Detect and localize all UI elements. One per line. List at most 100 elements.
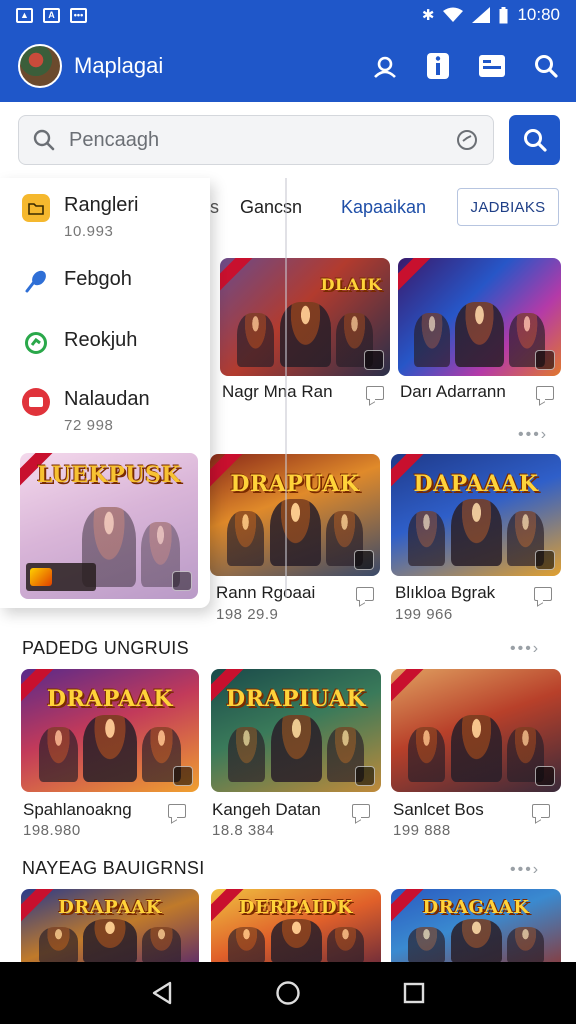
search-placeholder: Pencaagh	[69, 128, 160, 151]
card-title[interactable]: Nagr Mna Ran	[222, 382, 333, 402]
card-count: 18.8 384	[212, 822, 275, 839]
drawer-item-label: Reokjuh	[64, 329, 138, 351]
comment-icon[interactable]	[356, 587, 374, 601]
voice-search-icon[interactable]	[455, 128, 479, 152]
game-thumbnail[interactable]: DAPAAAK	[391, 454, 561, 576]
game-thumbnail[interactable]	[398, 258, 561, 376]
comment-icon[interactable]	[352, 804, 370, 818]
avatar[interactable]	[18, 44, 62, 88]
drawer-item-label: Febgoh	[64, 268, 132, 290]
message-icon	[22, 388, 50, 416]
game-thumbnail[interactable]: DRAPAAK	[21, 669, 199, 792]
card-title[interactable]: Kangeh Datan	[212, 800, 321, 820]
featured-game-card[interactable]: LUEKPUSK	[20, 453, 198, 599]
game-logo: DRAPAAK	[46, 686, 174, 713]
game-thumbnail[interactable]: DLAIK	[220, 258, 390, 376]
back-icon[interactable]	[151, 981, 173, 1005]
expand-icon[interactable]	[173, 766, 193, 786]
more-dots-icon[interactable]: •••›	[510, 640, 540, 658]
expand-icon[interactable]	[535, 350, 555, 370]
card-title[interactable]: Darı Adarrann	[400, 382, 506, 402]
card-count: 199 966	[395, 606, 453, 623]
expand-icon[interactable]	[172, 571, 192, 591]
tab-bar: s Gancsn Kapaaikan JADBIAKS	[210, 185, 576, 231]
game-thumbnail[interactable]: DRAPUAK	[210, 454, 380, 576]
more-dots-icon[interactable]: •••›	[518, 426, 548, 444]
game-thumbnail[interactable]: DRAGAAK	[391, 889, 561, 969]
section-title: PADEDG UNGRUIS	[22, 638, 189, 658]
home-icon[interactable]	[275, 980, 301, 1006]
expand-icon[interactable]	[535, 550, 555, 570]
refresh-icon	[22, 329, 50, 357]
card-title[interactable]: Rann Rgoaai	[216, 583, 315, 603]
game-logo: DAPAAAK	[413, 471, 539, 498]
search-input[interactable]: Pencaagh	[18, 115, 494, 165]
status-time: 10:80	[517, 5, 560, 24]
comment-icon[interactable]	[168, 804, 186, 818]
comment-icon[interactable]	[532, 804, 550, 818]
game-logo: LUEKPUSK	[36, 461, 182, 488]
card-icon[interactable]	[478, 54, 506, 78]
app-notification-icon: A	[43, 7, 60, 23]
search-icon	[33, 129, 55, 151]
message-notification-icon: •••	[70, 7, 87, 23]
drawer-item-count: 72 998	[64, 417, 114, 434]
game-logo: DRAPUAK	[230, 471, 360, 498]
more-dots-icon[interactable]: •••›	[510, 861, 540, 879]
card-title[interactable]: Sanlcet Bos	[393, 800, 484, 820]
drawer-item[interactable]: Febgoh	[0, 268, 210, 296]
drawer-item-count: 10.993	[64, 223, 114, 240]
folder-icon	[22, 194, 50, 222]
card-count: 198.980	[23, 822, 81, 839]
search-icon	[523, 129, 547, 152]
tab-1[interactable]: s	[210, 185, 219, 229]
drawer-item[interactable]: Reokjuh	[0, 329, 210, 357]
card-title[interactable]: Blıkloa Bgrak	[395, 583, 495, 603]
expand-icon[interactable]	[364, 350, 384, 370]
expand-icon[interactable]	[354, 550, 374, 570]
game-logo: DLAIK	[320, 274, 382, 294]
game-thumbnail[interactable]: DRAPIUAK	[211, 669, 381, 792]
divider	[285, 178, 287, 598]
search-button[interactable]	[509, 115, 560, 165]
card-title[interactable]: Spahlanoakng	[23, 800, 132, 820]
comment-icon[interactable]	[366, 386, 384, 400]
game-thumbnail[interactable]	[391, 669, 561, 792]
game-logo: DRAPIUAK	[226, 686, 366, 713]
comment-icon[interactable]	[536, 386, 554, 400]
signal-icon	[472, 7, 491, 23]
game-thumbnail[interactable]: DRAPAAK	[21, 889, 199, 969]
game-logo: DRAPAAK	[58, 897, 162, 918]
bluetooth-icon: ✱	[421, 7, 435, 24]
drawer-item[interactable]: Nalaudan 72 998	[0, 388, 210, 434]
card-count: 198 29.9	[216, 606, 279, 623]
side-drawer: Rangleri 10.993 Febgoh Reokjuh Nalaudan …	[0, 178, 210, 608]
info-icon[interactable]	[426, 52, 450, 80]
navigation-bar	[0, 962, 576, 1024]
search-icon[interactable]	[534, 54, 558, 78]
section-title: NAYEAG BAUIGRNSI	[22, 858, 205, 878]
tab-3[interactable]: Kapaaikan	[341, 185, 426, 229]
drawer-item-label: Nalaudan	[64, 388, 150, 410]
drawer-item[interactable]: Rangleri 10.993	[0, 194, 210, 240]
status-bar: ▲ A ••• ✱ 10:80	[0, 0, 576, 30]
app-title: Maplagai	[74, 53, 164, 78]
card-count: 199 888	[393, 822, 451, 839]
game-logo: DERPAIDK	[238, 897, 354, 918]
game-thumbnail[interactable]: DERPAIDK	[211, 889, 381, 969]
expand-icon[interactable]	[535, 766, 555, 786]
battery-icon	[499, 6, 508, 23]
expand-icon[interactable]	[355, 766, 375, 786]
store-badge	[26, 563, 96, 591]
comment-icon[interactable]	[534, 587, 552, 601]
image-notification-icon: ▲	[16, 7, 33, 23]
tab-2[interactable]: Gancsn	[240, 185, 302, 229]
store-logo-icon	[30, 568, 52, 586]
app-bar: Maplagai	[0, 30, 576, 102]
profile-icon[interactable]	[372, 53, 398, 79]
game-logo: DRAGAAK	[422, 897, 530, 918]
pin-icon	[22, 268, 50, 296]
tab-4[interactable]: JADBIAKS	[457, 188, 559, 226]
recents-icon[interactable]	[403, 982, 425, 1004]
drawer-item-label: Rangleri	[64, 194, 139, 216]
